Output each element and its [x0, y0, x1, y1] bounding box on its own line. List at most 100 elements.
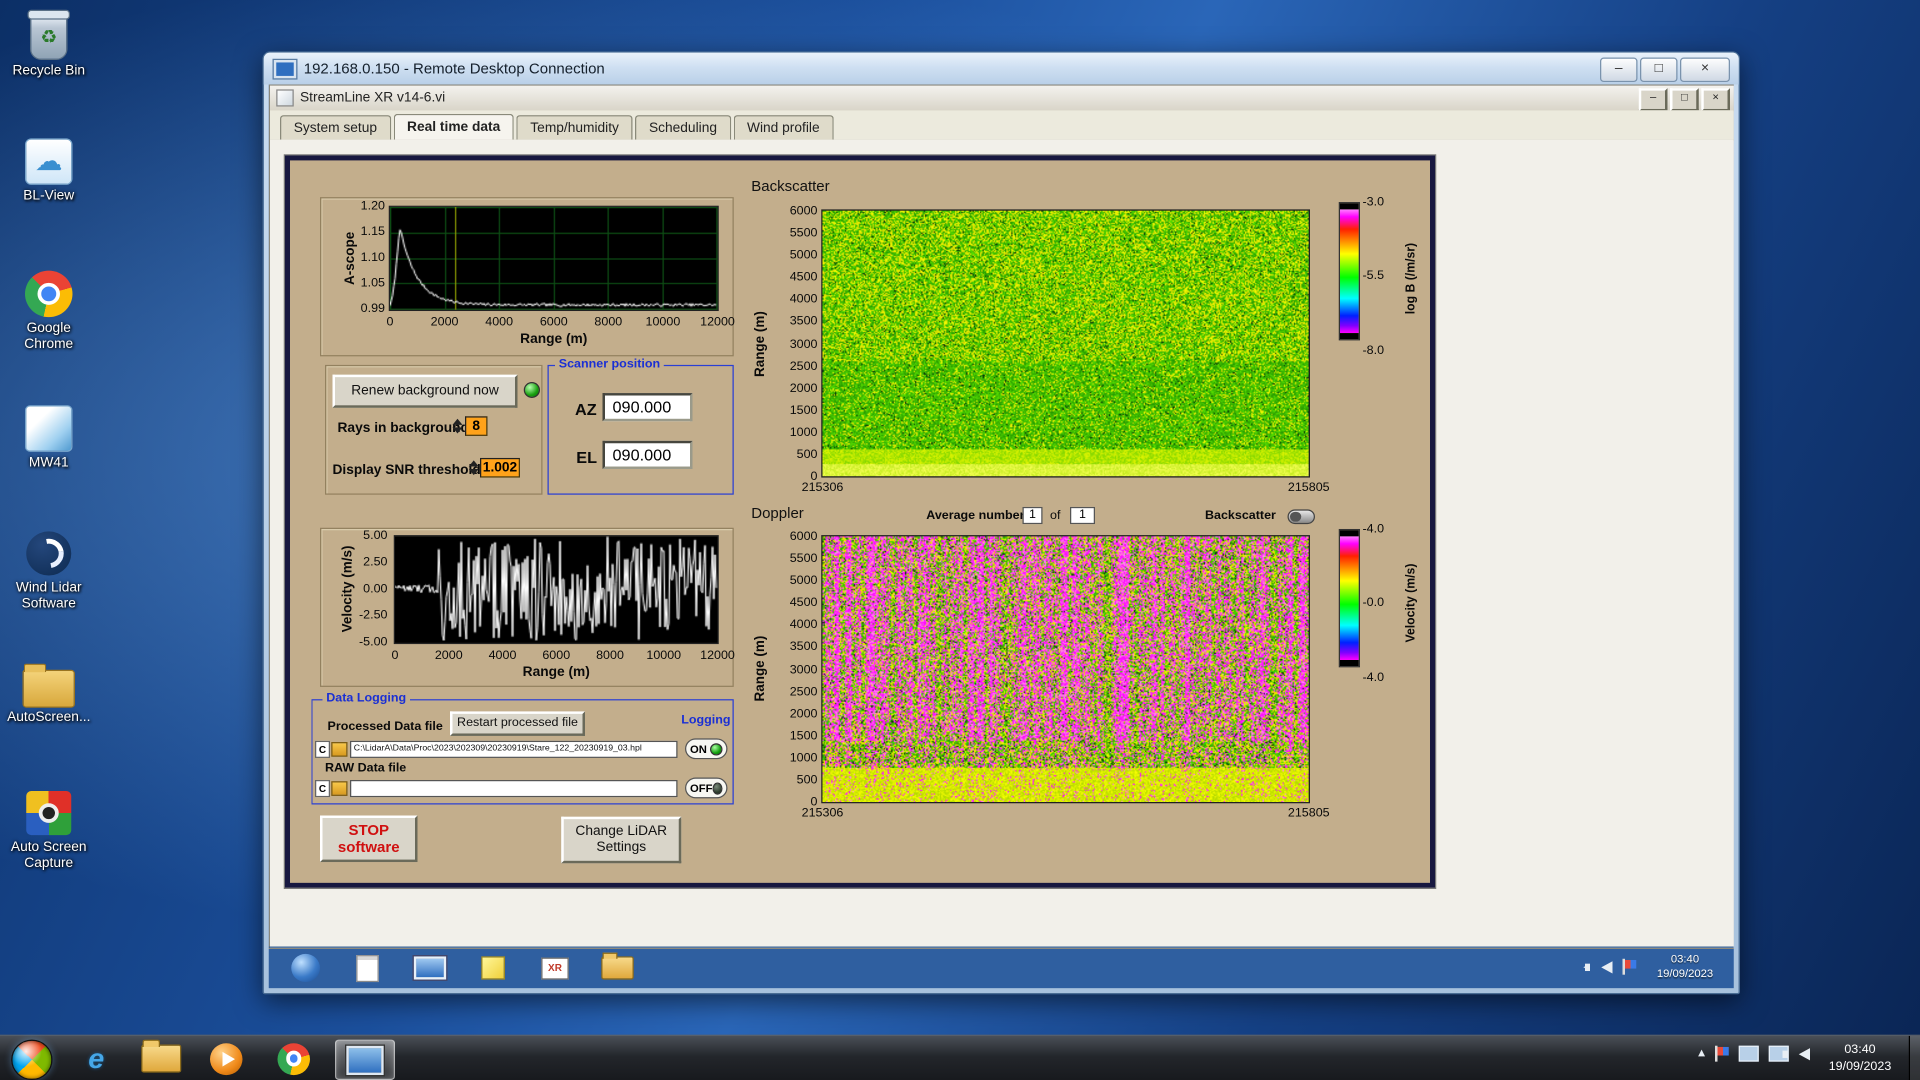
rays-value-field[interactable]: 8 — [465, 416, 488, 436]
desktop-icon-label: BL-View — [23, 188, 75, 204]
labview-titlebar[interactable]: StreamLine XR v14-6.vi – □ × — [270, 85, 1734, 112]
desktop-icon-wind-lidar[interactable]: Wind Lidar Software — [3, 527, 96, 613]
tick-label: 0.00 — [363, 582, 388, 596]
tick-label: 0 — [391, 648, 399, 663]
remote-display-settings-icon[interactable] — [408, 951, 453, 984]
tick-label: 12000 — [700, 315, 735, 330]
desktop-icon-bl-view[interactable]: ☁ BL-View — [3, 135, 96, 205]
processed-data-file-label: Processed Data file — [327, 720, 443, 734]
show-desktop-button[interactable] — [1908, 1035, 1920, 1080]
action-center-flag-icon[interactable] — [1715, 1045, 1729, 1062]
remote-flag-icon[interactable] — [1622, 958, 1637, 975]
desktop-icon-autoscreen[interactable]: AutoScreen... — [3, 656, 96, 726]
clock[interactable]: 03:40 19/09/2023 — [1818, 1042, 1903, 1075]
backscatter-colorbar — [1338, 202, 1360, 341]
remote-notes-icon[interactable] — [470, 951, 515, 984]
data-logging-title: Data Logging — [322, 691, 410, 706]
tick-label: 5000 — [789, 574, 818, 588]
drive-selector[interactable]: C — [315, 740, 330, 758]
tab-temp-humidity[interactable]: Temp/humidity — [516, 115, 633, 140]
taskbar-explorer-icon[interactable] — [133, 1039, 191, 1078]
tick-label: -0.0 — [1362, 596, 1385, 610]
on-label: ON — [690, 742, 707, 755]
remote-taskbar: XR ◄ 03:40 19/09/2023 — [268, 946, 1734, 989]
taskbar-ie-icon[interactable]: e — [68, 1040, 126, 1078]
processed-logging-toggle[interactable]: ON — [685, 738, 728, 760]
average-number-field[interactable]: 1 — [1022, 506, 1043, 525]
rdp-window-icon — [272, 58, 298, 79]
el-value-field[interactable]: 090.000 — [602, 440, 693, 469]
tick-label: 6000 — [542, 648, 571, 663]
tab-scheduling[interactable]: Scheduling — [635, 115, 731, 140]
volume-icon[interactable] — [1782, 1047, 1810, 1060]
close-button[interactable]: × — [1701, 88, 1730, 112]
taskbar-media-player-icon[interactable] — [198, 1040, 256, 1078]
desktop-icon-label: Auto Screen Capture — [10, 840, 87, 871]
snr-value-field[interactable]: 1.002 — [480, 457, 520, 478]
rdp-session-icon[interactable] — [1738, 1045, 1759, 1062]
raw-path-field[interactable] — [350, 780, 678, 798]
renew-background-button[interactable]: Renew background now — [332, 374, 518, 408]
rays-stepper[interactable] — [451, 416, 462, 434]
ascope-x-axis-label: Range (m) — [520, 331, 588, 347]
tick-label: 1500 — [789, 729, 818, 743]
az-label: AZ — [575, 400, 597, 419]
tick-label: 8000 — [596, 648, 624, 663]
maximize-button[interactable]: □ — [1640, 57, 1678, 83]
browse-folder-icon[interactable] — [331, 742, 348, 757]
doppler-heatmap — [821, 535, 1310, 804]
taskbar-rdp-icon[interactable] — [335, 1039, 395, 1080]
tick-label: 12000 — [700, 648, 735, 663]
browse-folder-icon[interactable] — [331, 781, 348, 796]
tab-wind-profile[interactable]: Wind profile — [733, 115, 834, 140]
backscatter-toggle[interactable] — [1287, 509, 1315, 525]
taskbar: e ▴ 03:40 19/09/2023 — [0, 1034, 1920, 1080]
taskbar-chrome-icon[interactable] — [265, 1040, 323, 1078]
remote-folder-icon[interactable] — [595, 951, 640, 984]
tick-label: 10000 — [645, 315, 681, 330]
desktop-icon-mw41[interactable]: MW41 — [3, 402, 96, 472]
start-button[interactable] — [11, 1039, 53, 1080]
restart-processed-file-button[interactable]: Restart processed file — [450, 711, 585, 736]
rdp-titlebar[interactable]: 192.168.0.150 - Remote Desktop Connectio… — [263, 52, 1739, 85]
tray-expand-icon[interactable]: ▴ — [1698, 1046, 1705, 1060]
tab-system-setup[interactable]: System setup — [280, 115, 391, 140]
remote-clock[interactable]: 03:40 19/09/2023 — [1644, 951, 1727, 981]
mw41-icon — [25, 405, 73, 452]
snr-stepper[interactable] — [468, 458, 479, 476]
tick-label: 4000 — [488, 648, 517, 663]
tick-label: 4000 — [789, 618, 818, 633]
minimize-button[interactable]: – — [1600, 57, 1638, 83]
remote-volume-icon[interactable] — [1585, 960, 1613, 973]
desktop-icon-google-chrome[interactable]: Google Chrome — [3, 267, 96, 353]
desktop-icon-recycle-bin[interactable]: ♻ Recycle Bin — [3, 9, 96, 80]
tick-label: 3000 — [789, 337, 818, 351]
raw-logging-toggle[interactable]: OFF — [685, 777, 728, 799]
average-of-field[interactable]: 1 — [1070, 506, 1095, 525]
tick-label: 8000 — [594, 315, 623, 330]
change-lidar-settings-button[interactable]: Change LiDAR Settings — [561, 816, 682, 864]
desktop-icon-label: Recycle Bin — [12, 63, 86, 79]
maximize-button[interactable]: □ — [1670, 88, 1699, 112]
tick-label: 10000 — [646, 648, 682, 663]
stop-software-button[interactable]: STOP software — [320, 815, 418, 863]
remote-xr-app-icon[interactable]: XR — [533, 951, 578, 984]
az-value-field[interactable]: 090.000 — [602, 393, 693, 422]
remote-browser-icon[interactable] — [283, 951, 328, 984]
desktop-icon-auto-screen-capture[interactable]: Auto Screen Capture — [3, 786, 96, 872]
tick-label: -8.0 — [1362, 344, 1385, 358]
close-button[interactable]: × — [1680, 57, 1730, 83]
rdp-window: 192.168.0.150 - Remote Desktop Connectio… — [262, 51, 1740, 995]
drive-selector[interactable]: C — [315, 780, 330, 798]
tick-label: 5500 — [789, 226, 818, 241]
average-number-label: Average number — [926, 509, 1025, 523]
tick-label: 5000 — [789, 248, 818, 263]
tab-real-time-data[interactable]: Real time data — [393, 113, 515, 140]
remote-tray: ◄ — [1581, 958, 1637, 975]
processed-path-field[interactable]: C:\LidarA\Data\Proc\2023\202309\20230919… — [350, 740, 678, 758]
tick-label: 215805 — [1287, 481, 1330, 495]
desktop-icon-label: Wind Lidar Software — [15, 580, 82, 612]
remote-notepad-icon[interactable] — [345, 951, 390, 984]
velocity-x-axis-label: Range (m) — [522, 664, 590, 680]
minimize-button[interactable]: – — [1638, 88, 1668, 112]
